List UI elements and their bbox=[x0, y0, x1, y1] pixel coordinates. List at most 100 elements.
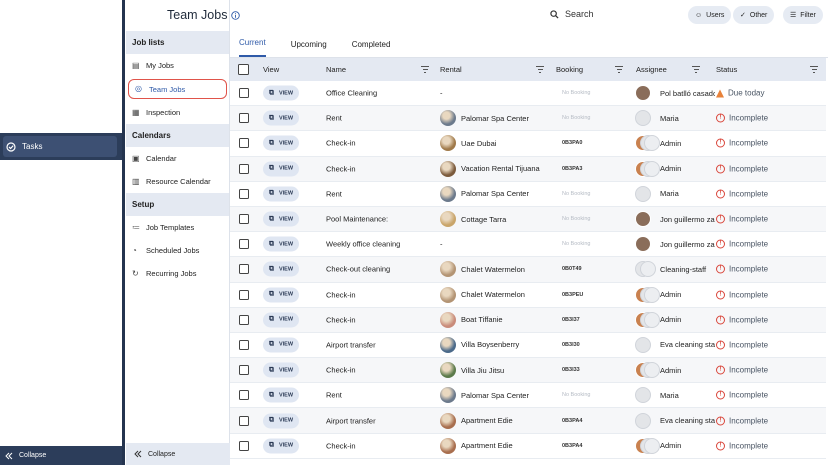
rental-thumbnail bbox=[440, 437, 456, 454]
team-icon: ◎ bbox=[135, 84, 142, 93]
column-booking[interactable]: Booking bbox=[556, 58, 583, 81]
assignee-cell: Maria bbox=[635, 387, 715, 404]
view-button[interactable]: ⧉ VIEW bbox=[263, 387, 299, 403]
view-button[interactable]: ⧉ VIEW bbox=[263, 236, 299, 252]
sidebar-item-calendar[interactable]: ▣ Calendar bbox=[126, 147, 229, 170]
table-row[interactable]: ⧉ VIEW Check-in Uae Dubai 0B3PA0 Admin! Incomp… bbox=[230, 131, 826, 157]
tab-completed[interactable]: Completed bbox=[352, 40, 391, 57]
name-filter-icon[interactable] bbox=[421, 66, 429, 73]
view-button-label: VIEW bbox=[278, 115, 294, 122]
table-row[interactable]: ⧉ VIEW Weekly office cleaning - No Booking Jo… bbox=[230, 232, 826, 258]
table-row[interactable]: ⧉ VIEW Check-in Apartment Edie 0B3PA4 Admin! I… bbox=[230, 434, 826, 459]
alert-circle-icon: ! bbox=[716, 441, 725, 451]
table-row[interactable]: ⧉ VIEW Airport transfer Villa Boysenberry 0B… bbox=[230, 333, 826, 359]
view-button[interactable]: ⧉ VIEW bbox=[263, 438, 299, 454]
rental-filter-icon[interactable] bbox=[536, 66, 544, 73]
view-button[interactable]: ⧉ VIEW bbox=[263, 337, 299, 353]
table-row[interactable]: ⧉ VIEW Check-out cleaning Chalet Watermelon… bbox=[230, 257, 826, 283]
avatar bbox=[635, 185, 655, 202]
view-button[interactable]: ⧉ VIEW bbox=[263, 211, 299, 227]
users-filter-button[interactable]: ☺ Users bbox=[688, 6, 732, 24]
column-rental[interactable]: Rental bbox=[440, 58, 462, 81]
sidebar-item-inspection[interactable]: ▦ Inspection bbox=[126, 101, 229, 124]
column-name[interactable]: Name bbox=[326, 58, 346, 81]
booking-code: 0B3PA3 bbox=[562, 165, 583, 172]
table-row[interactable]: ⧉ VIEW Check-in Boat Tiffanie 0B3I37 Admin! In… bbox=[230, 307, 826, 333]
row-checkbox[interactable] bbox=[239, 339, 249, 350]
info-icon[interactable] bbox=[231, 10, 241, 20]
view-button[interactable]: ⧉ VIEW bbox=[263, 110, 299, 126]
row-checkbox[interactable] bbox=[239, 188, 249, 199]
view-button[interactable]: ⧉ VIEW bbox=[263, 287, 299, 303]
sidebar-item-job-templates[interactable]: ≔ Job Templates bbox=[126, 216, 229, 239]
sidebar-item-my-jobs[interactable]: ▤ My Jobs bbox=[126, 54, 229, 77]
table-row[interactable]: ⧉ VIEW Check-in Chalet Watermelon 0B3PEU Admi… bbox=[230, 283, 826, 308]
rental-thumbnail bbox=[440, 286, 456, 303]
row-checkbox[interactable] bbox=[239, 163, 249, 174]
row-checkbox[interactable] bbox=[239, 415, 249, 426]
search-input[interactable]: Search bbox=[565, 9, 594, 19]
rental-name: Cottage Tarra bbox=[461, 214, 507, 224]
nav-item-tasks[interactable]: Tasks bbox=[0, 133, 122, 160]
select-all-checkbox[interactable] bbox=[238, 64, 249, 75]
row-checkbox[interactable] bbox=[239, 88, 249, 99]
rental-name: - bbox=[440, 88, 443, 98]
view-button[interactable]: ⧉ VIEW bbox=[263, 186, 299, 202]
row-checkbox[interactable] bbox=[239, 289, 249, 300]
rental-thumbnail bbox=[440, 110, 456, 127]
external-link-icon: ⧉ bbox=[268, 290, 274, 298]
sidebar-item-recurring-jobs[interactable]: ↻ Recurring Jobs bbox=[126, 262, 229, 285]
status-filter-icon[interactable] bbox=[810, 66, 818, 73]
row-checkbox[interactable] bbox=[239, 365, 249, 376]
view-button[interactable]: ⧉ VIEW bbox=[263, 85, 299, 101]
view-button[interactable]: ⧉ VIEW bbox=[263, 413, 299, 429]
row-checkbox[interactable] bbox=[239, 113, 249, 124]
table-row[interactable]: ⧉ VIEW Office Cleaning - No Booking Pol batll… bbox=[230, 81, 826, 107]
row-checkbox[interactable] bbox=[239, 314, 249, 325]
table-row[interactable]: ⧉ VIEW Airport transfer Apartment Edie 0B3PA… bbox=[230, 408, 826, 434]
view-button[interactable]: ⧉ VIEW bbox=[263, 261, 299, 277]
table-row[interactable]: ⧉ VIEW Rent Palomar Spa Center No Booking Mar… bbox=[230, 106, 826, 132]
column-assignee[interactable]: Assignee bbox=[636, 58, 667, 81]
row-checkbox[interactable] bbox=[239, 264, 249, 275]
search-box[interactable]: Search bbox=[550, 9, 594, 19]
row-checkbox[interactable] bbox=[239, 239, 249, 250]
booking-filter-icon[interactable] bbox=[615, 66, 623, 73]
row-checkbox[interactable] bbox=[239, 390, 249, 401]
view-button[interactable]: ⧉ VIEW bbox=[263, 135, 299, 151]
assignee-filter-icon[interactable] bbox=[692, 66, 700, 73]
view-button[interactable]: ⧉ VIEW bbox=[263, 312, 299, 328]
booking-code: 0B3PA4 bbox=[562, 442, 583, 449]
column-status[interactable]: Status bbox=[716, 58, 737, 81]
tab-upcoming[interactable]: Upcoming bbox=[291, 40, 327, 57]
assignee-name: Admin bbox=[660, 164, 682, 174]
row-checkbox[interactable] bbox=[239, 214, 249, 225]
nav-collapse-label: Collapse bbox=[19, 452, 47, 459]
table-row[interactable]: ⧉ VIEW Rent Palomar Spa Center No Booking Mar… bbox=[230, 182, 826, 207]
table-row[interactable]: ⧉ VIEW Check-in Vacation Rental Tijuana 0B3P… bbox=[230, 156, 826, 182]
avatar bbox=[635, 110, 655, 127]
table-row[interactable]: ⧉ VIEW Check-in Villa Jiu Jitsu 0B3I33 Admin!… bbox=[230, 358, 826, 384]
other-filter-button[interactable]: ✓ Other bbox=[733, 6, 775, 24]
sidebar-item-team-jobs[interactable]: ◎ Team Jobs bbox=[128, 79, 227, 99]
sidebar-collapse-button[interactable]: Collapse bbox=[126, 443, 230, 465]
job-name: Office Cleaning bbox=[326, 88, 378, 98]
table-row[interactable]: ⧉ VIEW Rent Palomar Spa Center No Booking Mar… bbox=[230, 383, 826, 409]
view-button[interactable]: ⧉ VIEW bbox=[263, 362, 299, 378]
booking-code: No Booking bbox=[562, 216, 591, 223]
view-button[interactable]: ⧉ VIEW bbox=[263, 161, 299, 177]
external-link-icon: ⧉ bbox=[268, 114, 274, 122]
sidebar-item-resource-calendar[interactable]: ▥ Resource Calendar bbox=[126, 170, 229, 193]
tab-current[interactable]: Current bbox=[239, 38, 266, 57]
status-badge: ! Incomplete bbox=[716, 264, 768, 274]
assignee-cell: Admin bbox=[635, 311, 715, 328]
sidebar-item-scheduled-jobs[interactable]: ◔ Scheduled Jobs bbox=[126, 239, 229, 262]
nav-collapse-button[interactable]: Collapse bbox=[0, 446, 122, 465]
rental-cell: Villa Jiu Jitsu bbox=[440, 362, 504, 379]
row-checkbox[interactable] bbox=[239, 138, 249, 149]
row-checkbox[interactable] bbox=[239, 440, 249, 451]
rental-cell: Apartment Edie bbox=[440, 412, 513, 429]
filter-button[interactable]: ☰ Filter bbox=[783, 6, 823, 24]
rental-name: Apartment Edie bbox=[461, 416, 513, 426]
table-row[interactable]: ⧉ VIEW Pool Maintenance: Cottage Tarra No Bo… bbox=[230, 206, 826, 233]
